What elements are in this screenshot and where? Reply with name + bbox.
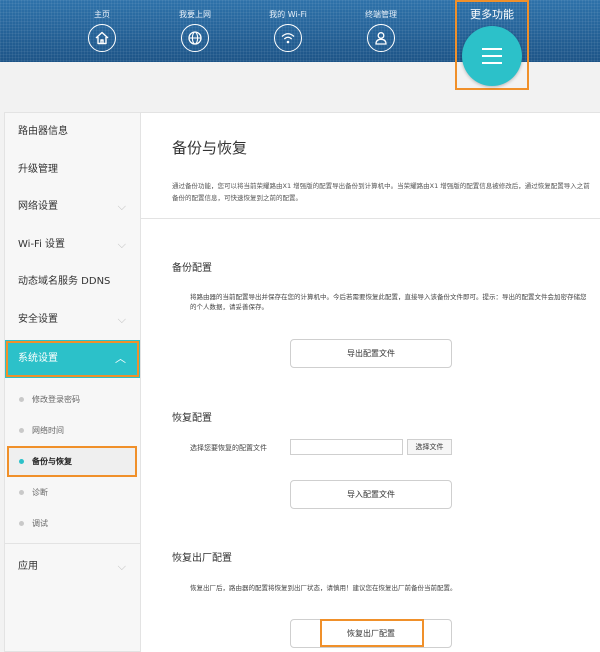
sidebar-item-label: 安全设置 [18,313,58,325]
nav-wifi-label: 我的 Wi-Fi [269,10,307,19]
sidebar-item-system[interactable]: 系统设置 ︿ [5,340,140,378]
subitem-label: 网络时间 [32,425,64,435]
factory-section-title: 恢复出厂配置 [172,553,232,564]
chevron-down-icon: ⌵ [117,559,126,573]
bullet-icon [19,521,24,526]
wifi-icon [274,24,302,52]
nav-home[interactable]: 主页 [62,10,142,52]
bullet-icon [19,459,24,464]
sidebar-item-router-info[interactable]: 路由器信息 [5,113,140,151]
home-icon [88,24,116,52]
nav-devices[interactable]: 终端管理 [341,10,421,52]
backup-description: 将路由器的当前配置导出并保存在您的计算机中。今后若需要恢复此配置，直接导入该备份… [190,293,587,311]
restore-section-title: 恢复配置 [172,413,212,424]
subitem-backup-restore[interactable]: 备份与恢复 [7,445,137,477]
subitem-label: 备份与恢复 [32,456,72,466]
divider [141,218,600,219]
sidebar-item-apps[interactable]: 应用 ⌵ [5,548,140,586]
import-config-button[interactable]: 导入配置文件 [290,480,452,509]
globe-icon [181,24,209,52]
bullet-icon [19,490,24,495]
chevron-up-icon: ︿ [115,352,126,365]
chevron-down-icon: ⌵ [117,200,126,213]
subitem-label: 调试 [32,518,48,528]
chevron-down-icon: ⌵ [117,237,126,251]
subitem-network-time[interactable]: 网络时间 [5,415,140,446]
file-path-input[interactable] [290,439,403,455]
sidebar-item-upgrade[interactable]: 升级管理 [5,151,140,189]
sidebar-item-label: 动态域名服务 DDNS [18,276,111,287]
choose-file-button[interactable]: 选择文件 [407,439,452,455]
sidebar-item-network[interactable]: 网络设置 ⌵ [5,188,140,226]
factory-reset-button[interactable]: 恢复出厂配置 [290,619,452,648]
nav-home-label: 主页 [94,10,110,19]
bullet-icon [19,428,24,433]
sidebar-item-label: 应用 [18,560,38,572]
sidebar-item-label: 路由器信息 [18,126,68,137]
nav-internet-label: 我要上网 [179,10,211,19]
sidebar-item-ddns[interactable]: 动态域名服务 DDNS [5,263,140,301]
sidebar-item-label: 系统设置 [18,353,58,364]
more-functions-button[interactable]: 更多功能 [455,0,529,90]
main-panel: 备份与恢复 通过备份功能，您可以将当前荣耀路由X1 增强版的配置导出备份到计算机… [141,112,600,652]
nav-wifi[interactable]: 我的 Wi-Fi [248,10,328,52]
page-title: 备份与恢复 [172,139,248,157]
user-icon [367,24,395,52]
more-functions-label: 更多功能 [470,8,514,21]
subitem-label: 诊断 [32,487,48,497]
sidebar-item-label: 升级管理 [18,163,58,175]
bullet-icon [19,397,24,402]
sidebar-item-label: Wi-Fi 设置 [18,238,66,250]
subitem-label: 修改登录密码 [32,394,80,404]
sidebar: 路由器信息 升级管理 网络设置 ⌵ Wi-Fi 设置 ⌵ 动态域名服务 DDNS 安… [4,112,141,652]
subitem-diagnostics[interactable]: 诊断 [5,477,140,508]
backup-section-title: 备份配置 [172,263,212,274]
subitem-change-password[interactable]: 修改登录密码 [5,384,140,415]
divider [5,542,140,544]
menu-icon [462,26,522,86]
nav-devices-label: 终端管理 [365,10,397,19]
nav-internet[interactable]: 我要上网 [155,10,235,52]
sidebar-item-label: 网络设置 [18,201,58,212]
export-config-button[interactable]: 导出配置文件 [290,339,452,368]
factory-description: 恢复出厂后，路由器的配置将恢复到出厂状态，请慎用！建议您在恢复出厂前备份当前配置… [190,584,457,592]
sidebar-item-security[interactable]: 安全设置 ⌵ [5,301,140,339]
chevron-down-icon: ⌵ [117,312,126,326]
page-description: 通过备份功能，您可以将当前荣耀路由X1 增强版的配置导出备份到计算机中。当荣耀路… [172,182,590,202]
sidebar-item-wifi[interactable]: Wi-Fi 设置 ⌵ [5,226,140,264]
file-select-label: 选择您要恢复的配置文件 [190,444,267,452]
subitem-debug[interactable]: 调试 [5,508,140,539]
